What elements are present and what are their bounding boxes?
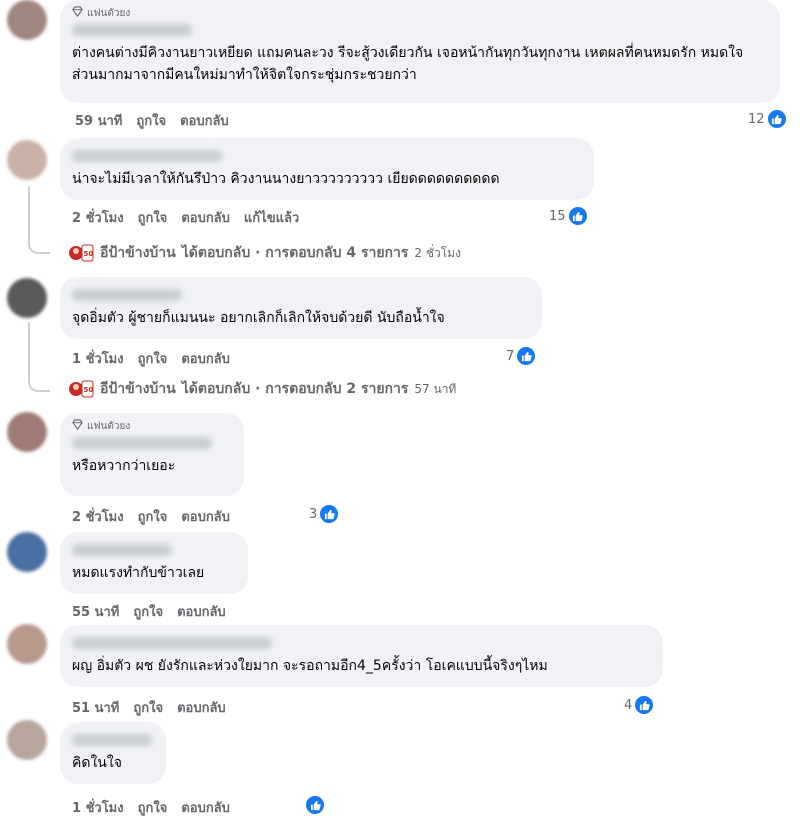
reply-button[interactable]: ตอบกลับ [181, 207, 230, 228]
avatar[interactable] [7, 720, 47, 760]
comment-time[interactable]: 55 นาที [72, 601, 119, 622]
comment-bubble: คิดในใจ [60, 722, 166, 784]
fan-badge: แฟนตัวยง [72, 419, 232, 433]
like-button[interactable]: ถูกใจ [133, 697, 163, 718]
comment-actions: 51 นาที ถูกใจ ตอบกลับ [72, 697, 226, 718]
reaction-count[interactable]: 15 [549, 206, 588, 226]
comment-text: ต่างคนต่างมีคิวงานยาวเหยียด แถมคนละวง รี… [72, 45, 744, 83]
comment-time[interactable]: 1 ชั่วโมง [72, 797, 124, 818]
comment-time[interactable]: 59 นาที [75, 110, 122, 131]
like-thumb-icon [567, 206, 588, 226]
diamond-badge-icon [72, 6, 83, 20]
author-name[interactable] [72, 544, 172, 556]
reply-time: 2 ชั่วโมง [414, 245, 461, 260]
avatar[interactable] [7, 140, 47, 180]
reaction-count[interactable]: 12 [748, 109, 787, 129]
avatar[interactable] [7, 624, 47, 664]
author-name[interactable] [72, 289, 182, 301]
comment-actions: 2 ชั่วโมง ถูกใจ ตอบกลับ [72, 506, 230, 527]
like-thumb-icon [305, 795, 325, 815]
reply-button[interactable]: ตอบกลับ [177, 697, 226, 718]
like-thumb-icon [634, 695, 655, 715]
reaction-count[interactable] [305, 795, 325, 815]
reply-button[interactable]: ตอบกลับ [181, 797, 230, 818]
avatar[interactable] [7, 278, 47, 318]
reply-button[interactable]: ตอบกลับ [177, 601, 226, 622]
view-replies[interactable]: 50+ อีป้าข้างบ้าน ได้ตอบกลับ · การตอบกลั… [68, 378, 456, 400]
avatar[interactable] [7, 412, 47, 452]
thread-line [28, 186, 50, 254]
comment-time[interactable]: 51 นาที [72, 697, 119, 718]
reply-author[interactable]: อีป้าข้างบ้าน [100, 242, 176, 264]
author-name[interactable] [72, 734, 152, 746]
comment-time[interactable]: 2 ชั่วโมง [72, 207, 124, 228]
author-name[interactable] [72, 637, 272, 649]
like-thumb-icon [319, 504, 340, 524]
reaction-count[interactable]: 3 [309, 504, 340, 524]
comment-bubble: จุดอิ่มตัว ผู้ชายก็แมนนะ อยากเลิกก็เลิกใ… [60, 277, 542, 339]
like-button[interactable]: ถูกใจ [138, 207, 168, 228]
reply-button[interactable]: ตอบกลับ [181, 506, 230, 527]
svg-text:50+: 50+ [84, 250, 95, 258]
thread-line [28, 322, 50, 392]
like-button[interactable]: ถูกใจ [133, 601, 163, 622]
comment-actions: 59 นาที ถูกใจ ตอบกลับ [75, 110, 229, 131]
reply-button[interactable]: ตอบกลับ [181, 348, 230, 369]
fan-badge: แฟนตัวยง [72, 6, 768, 20]
svg-text:50+: 50+ [84, 386, 95, 394]
reply-avatar: 50+ [68, 242, 99, 264]
author-name[interactable] [72, 24, 192, 36]
comment-time[interactable]: 2 ชั่วโมง [72, 506, 124, 527]
reaction-count[interactable]: 7 [506, 346, 537, 366]
author-name[interactable] [72, 437, 212, 449]
comment-bubble: แฟนตัวยง หรือหวากว่าเยอะ [60, 413, 244, 496]
comment-bubble: หมดแรงทำกับข้าวเลย [60, 532, 248, 594]
comment-bubble: แฟนตัวยง ต่างคนต่างมีคิวงานยาวเหยียด แถม… [60, 0, 780, 103]
comment-actions: 1 ชั่วโมง ถูกใจ ตอบกลับ [72, 797, 230, 818]
like-button[interactable]: ถูกใจ [138, 506, 168, 527]
comment-actions: 55 นาที ถูกใจ ตอบกลับ [72, 601, 226, 622]
comment-text: คิดในใจ [72, 755, 122, 771]
reply-author[interactable]: อีป้าข้างบ้าน [100, 378, 176, 400]
reply-summary[interactable]: ได้ตอบกลับ · การตอบกลับ 2 รายการ [182, 378, 409, 400]
comment-bubble: น่าจะไม่มีเวลาให้กันรึป่าว คิวงานนางยาวว… [60, 138, 594, 200]
like-thumb-icon [766, 109, 787, 129]
author-name[interactable] [72, 150, 222, 162]
avatar[interactable] [7, 532, 47, 572]
comment-text: หมดแรงทำกับข้าวเลย [72, 565, 205, 581]
comment-text: ผญ อิ่มตัว ผช ยังรักและห่วงใยมาก จะรอถาม… [72, 658, 548, 674]
reply-time: 57 นาที [414, 381, 457, 396]
comment-text: จุดอิ่มตัว ผู้ชายก็แมนนะ อยากเลิกก็เลิกใ… [72, 310, 445, 326]
reply-summary[interactable]: ได้ตอบกลับ · การตอบกลับ 4 รายการ [182, 242, 409, 264]
reply-avatar: 50+ [68, 378, 99, 400]
reply-button[interactable]: ตอบกลับ [180, 110, 229, 131]
diamond-badge-icon [72, 419, 83, 433]
reaction-count[interactable]: 4 [624, 695, 655, 715]
comment-bubble: ผญ อิ่มตัว ผช ยังรักและห่วงใยมาก จะรอถาม… [60, 625, 663, 687]
edited-label: แก้ไขแล้ว [243, 211, 300, 226]
like-button[interactable]: ถูกใจ [136, 110, 166, 131]
view-replies[interactable]: 50+ อีป้าข้างบ้าน ได้ตอบกลับ · การตอบกลั… [68, 242, 461, 264]
comment-actions: 2 ชั่วโมง ถูกใจ ตอบกลับ แก้ไขแล้ว [72, 207, 299, 228]
comment-text: หรือหวากว่าเยอะ [72, 458, 176, 474]
like-thumb-icon [516, 346, 537, 366]
avatar[interactable] [7, 0, 47, 40]
like-button[interactable]: ถูกใจ [138, 797, 168, 818]
comment-actions: 1 ชั่วโมง ถูกใจ ตอบกลับ [72, 348, 230, 369]
comment-time[interactable]: 1 ชั่วโมง [72, 348, 124, 369]
like-button[interactable]: ถูกใจ [138, 348, 168, 369]
comment-text: น่าจะไม่มีเวลาให้กันรึป่าว คิวงานนางยาวว… [72, 171, 500, 187]
